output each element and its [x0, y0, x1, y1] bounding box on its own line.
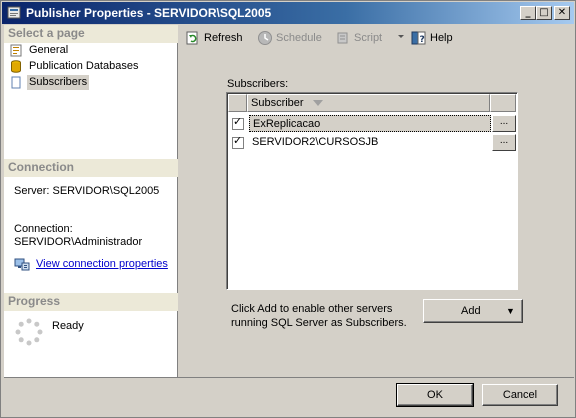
svg-text:?: ?	[420, 35, 425, 45]
left-pane: Select a page General Publication Databa…	[4, 25, 178, 377]
table-row[interactable]: ✓ SERVIDOR2\CURSOSJB ...	[228, 133, 516, 152]
add-button[interactable]: Add ▼	[423, 299, 523, 323]
connection-properties-icon	[14, 258, 30, 271]
script-label: Script	[354, 32, 383, 44]
add-dropdown-arrow-icon: ▼	[506, 306, 515, 316]
script-dropdown-arrow-icon[interactable]	[398, 35, 404, 38]
add-hint-text: Click Add to enable other servers runnin…	[231, 303, 407, 329]
close-button[interactable]: ✕	[554, 6, 570, 20]
script-button[interactable]: Script	[335, 29, 387, 47]
connection-label: Connection:	[14, 223, 73, 235]
progress-header: Progress	[4, 293, 178, 311]
subscriber-column-label: Subscriber	[251, 97, 304, 109]
help-icon: ?	[411, 31, 426, 45]
clock-icon	[258, 31, 272, 45]
minimize-button[interactable]: _	[520, 6, 536, 20]
subscriber-options-button[interactable]: ...	[492, 134, 516, 151]
page-item-label: Publication Databases	[29, 60, 139, 72]
refresh-icon	[186, 31, 198, 45]
maximize-button[interactable]: □	[536, 6, 552, 20]
window-title: Publisher Properties - SERVIDOR\SQL2005	[26, 6, 272, 20]
subscriber-options-button[interactable]: ...	[492, 115, 516, 132]
select-page-header: Select a page	[4, 25, 178, 43]
page-item-label: General	[29, 44, 69, 56]
help-button[interactable]: ? Help	[411, 29, 455, 47]
subscriber-column-header[interactable]: Subscriber	[247, 94, 490, 112]
page-icon	[11, 76, 21, 89]
cancel-button[interactable]: Cancel	[482, 384, 558, 406]
subscriber-name[interactable]: ExReplicacao	[249, 115, 491, 132]
schedule-button[interactable]: Schedule	[257, 29, 327, 47]
refresh-button[interactable]: Refresh	[185, 29, 249, 47]
schedule-label: Schedule	[276, 32, 322, 44]
ok-button[interactable]: OK	[396, 383, 474, 407]
progress-status: Ready	[52, 320, 84, 332]
help-label: Help	[430, 32, 453, 44]
view-connection-properties-link[interactable]: View connection properties	[14, 258, 174, 272]
page-item-label: Subscribers	[27, 75, 90, 90]
properties-icon	[10, 44, 22, 57]
add-button-label: Add	[461, 305, 481, 317]
database-icon	[11, 60, 21, 73]
check-icon: ✓	[233, 135, 243, 147]
subscriber-checkbox[interactable]: ✓	[232, 135, 244, 149]
progress-spinner-icon	[15, 318, 43, 346]
view-connection-properties-label: View connection properties	[36, 258, 168, 270]
subscriber-name[interactable]: SERVIDOR2\CURSOSJB	[249, 134, 491, 151]
subscribers-grid[interactable]: Subscriber ✓ ExReplicacao ... ✓ SERVIDOR…	[226, 92, 518, 290]
sort-arrow-icon	[313, 100, 323, 106]
publisher-icon	[7, 6, 21, 19]
server-text: Server: SERVIDOR\SQL2005	[14, 185, 160, 197]
title-bar[interactable]: Publisher Properties - SERVIDOR\SQL2005 …	[2, 2, 574, 24]
table-row[interactable]: ✓ ExReplicacao ...	[228, 114, 516, 133]
publisher-properties-window: Publisher Properties - SERVIDOR\SQL2005 …	[0, 0, 576, 418]
connection-value: SERVIDOR\Administrador	[14, 236, 143, 248]
connection-header: Connection	[4, 159, 178, 177]
toolbar: Refresh Schedule Script ? Help	[179, 25, 575, 49]
grid-button-column-header	[490, 94, 516, 112]
script-icon	[337, 32, 348, 44]
subscriber-checkbox[interactable]: ✓	[232, 116, 244, 130]
subscribers-label: Subscribers:	[227, 78, 289, 90]
grid-corner-header	[228, 94, 247, 112]
check-icon: ✓	[233, 116, 243, 128]
refresh-label: Refresh	[204, 32, 243, 44]
